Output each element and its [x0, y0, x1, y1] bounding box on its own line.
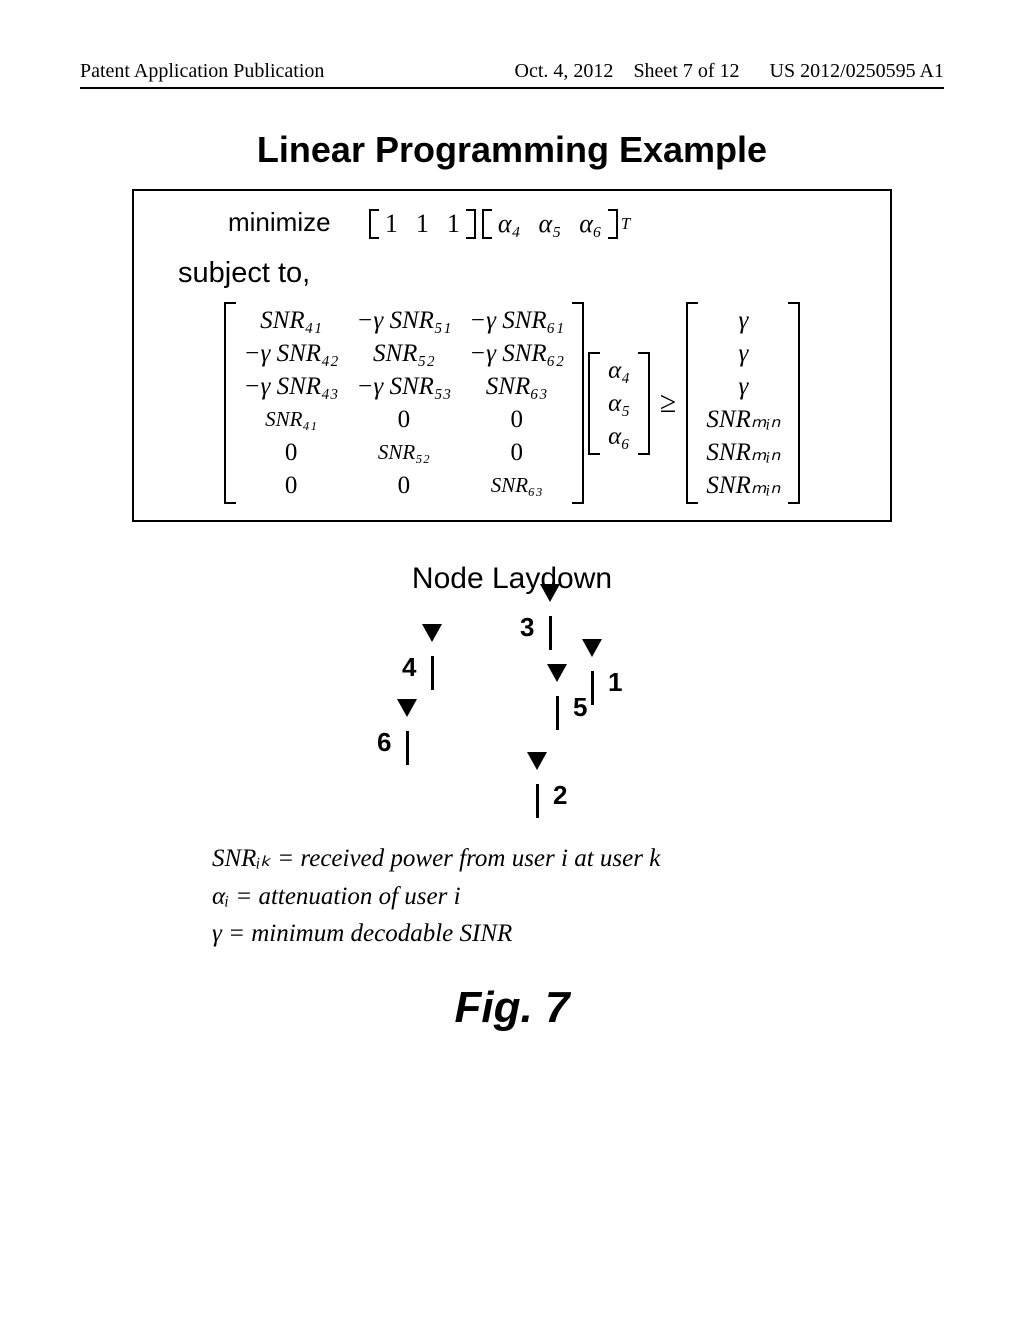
- header-sheet: Sheet 7 of 12: [633, 60, 739, 82]
- x1: α₄: [498, 211, 521, 237]
- header-right: Oct. 4, 2012 Sheet 7 of 12 US 2012/02505…: [515, 60, 944, 83]
- section-title: Linear Programming Example: [80, 129, 944, 171]
- page-header: Patent Application Publication Oct. 4, 2…: [80, 60, 944, 89]
- b2: γ: [738, 341, 748, 366]
- cost-vector: 1 1 1: [369, 209, 476, 239]
- A13: −γ SNR₆₁: [469, 308, 564, 333]
- x2: α₅: [539, 211, 562, 237]
- A21: −γ SNR₄₂: [244, 341, 339, 366]
- node-5: 5: [547, 682, 587, 732]
- legend-gamma: γ = minimum decodable SINR: [212, 920, 512, 947]
- node-4-label: 4: [402, 652, 416, 683]
- x3: α₆: [579, 211, 602, 237]
- b-vector: γ γ γ SNRₘᵢₙ SNRₘᵢₙ SNRₘᵢₙ: [686, 302, 800, 504]
- A11: SNR₄₁: [260, 308, 322, 333]
- legend-snr: SNRᵢₖ = received power from user i at us…: [212, 845, 660, 872]
- b1: γ: [738, 308, 748, 333]
- b6: SNRₘᵢₙ: [706, 473, 780, 498]
- antenna-icon: [422, 642, 442, 692]
- node-5-label: 5: [573, 692, 587, 723]
- objective-vectors: 1 1 1 α₄ α₅ α₆ T: [366, 209, 630, 239]
- A-matrix: SNR₄₁ −γ SNR₅₁ −γ SNR₆₁ −γ SNR₄₂ SNR₅₂ −…: [224, 302, 584, 504]
- c1: 1: [385, 211, 398, 237]
- alpha5: α₅: [608, 391, 630, 416]
- subject-to-label: subject to,: [178, 259, 866, 288]
- node-4: 4: [402, 642, 442, 692]
- A43: 0: [510, 407, 523, 432]
- legend: SNRᵢₖ = received power from user i at us…: [212, 840, 812, 953]
- header-left: Patent Application Publication: [80, 60, 324, 83]
- c3: 1: [447, 211, 460, 237]
- node-2: 2: [527, 770, 567, 820]
- legend-alpha: αᵢ = attenuation of user i: [212, 883, 461, 910]
- b3: γ: [738, 374, 748, 399]
- constraint-inequality: SNR₄₁ −γ SNR₅₁ −γ SNR₆₁ −γ SNR₄₂ SNR₅₂ −…: [158, 302, 866, 504]
- alpha-row-vector: α₄ α₅ α₆: [482, 209, 618, 239]
- node-1-label: 1: [608, 667, 622, 698]
- patent-page: Patent Application Publication Oct. 4, 2…: [0, 0, 1024, 1320]
- alpha-column-vector: α₄ α₅ α₆: [588, 352, 650, 455]
- minimize-label: minimize: [228, 207, 331, 237]
- A51: 0: [285, 440, 298, 465]
- b4: SNRₘᵢₙ: [706, 407, 780, 432]
- b5: SNRₘᵢₙ: [706, 440, 780, 465]
- node-2-label: 2: [553, 780, 567, 811]
- antenna-icon: [540, 602, 560, 652]
- laydown-title: Node Laydown: [80, 562, 944, 596]
- header-date: Oct. 4, 2012: [515, 60, 614, 82]
- A12: −γ SNR₅₁: [356, 308, 451, 333]
- A33: SNR₆₃: [486, 374, 548, 399]
- A53: 0: [510, 440, 523, 465]
- A62: 0: [398, 473, 411, 498]
- objective-line: minimize 1 1 1 α₄ α₅: [228, 209, 866, 239]
- alpha4: α₄: [608, 358, 630, 383]
- c2: 1: [416, 211, 429, 237]
- A32: −γ SNR₅₃: [356, 374, 451, 399]
- header-pubno: US 2012/0250595 A1: [770, 60, 944, 82]
- A42: 0: [398, 407, 411, 432]
- A31: −γ SNR₄₃: [244, 374, 339, 399]
- A22: SNR₅₂: [373, 341, 435, 366]
- A63: SNR₆₃: [491, 475, 543, 496]
- node-3-label: 3: [520, 612, 534, 643]
- geq-symbol: ≥: [660, 388, 676, 418]
- A23: −γ SNR₆₂: [469, 341, 564, 366]
- equation-box: minimize 1 1 1 α₄ α₅: [132, 189, 892, 522]
- figure-label: Fig. 7: [80, 983, 944, 1033]
- antenna-icon: [547, 682, 567, 732]
- A61: 0: [285, 473, 298, 498]
- node-6-label: 6: [377, 727, 391, 758]
- antenna-icon: [397, 717, 417, 767]
- transpose-superscript: T: [621, 216, 630, 233]
- node-1: 1: [582, 657, 622, 707]
- node-laydown: 3 4 1 5 6 2: [322, 602, 702, 822]
- node-6: 6: [377, 717, 417, 767]
- A52: SNR₅₂: [378, 442, 430, 463]
- A41: SNR₄₁: [265, 409, 317, 430]
- antenna-icon: [527, 770, 547, 820]
- node-3: 3: [520, 602, 560, 652]
- alpha6: α₆: [608, 424, 630, 449]
